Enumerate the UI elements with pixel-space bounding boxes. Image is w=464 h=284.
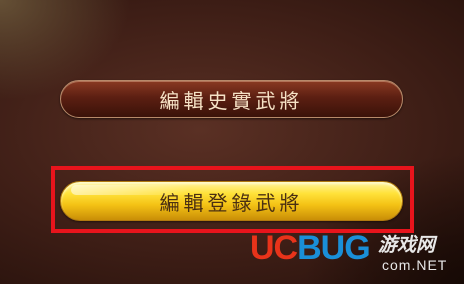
annotation-highlight-box [51, 166, 414, 233]
site-watermark: UCBUG 游戏网 com.NET [250, 226, 460, 282]
watermark-brand: UCBUG [250, 229, 371, 267]
edit-historical-generals-button[interactable]: 編輯史實武將 [60, 80, 403, 118]
edit-historical-generals-label: 編輯史實武將 [159, 88, 304, 113]
watermark-site-name: 游戏网 [378, 234, 436, 256]
watermark-domain: com.NET [382, 257, 448, 273]
